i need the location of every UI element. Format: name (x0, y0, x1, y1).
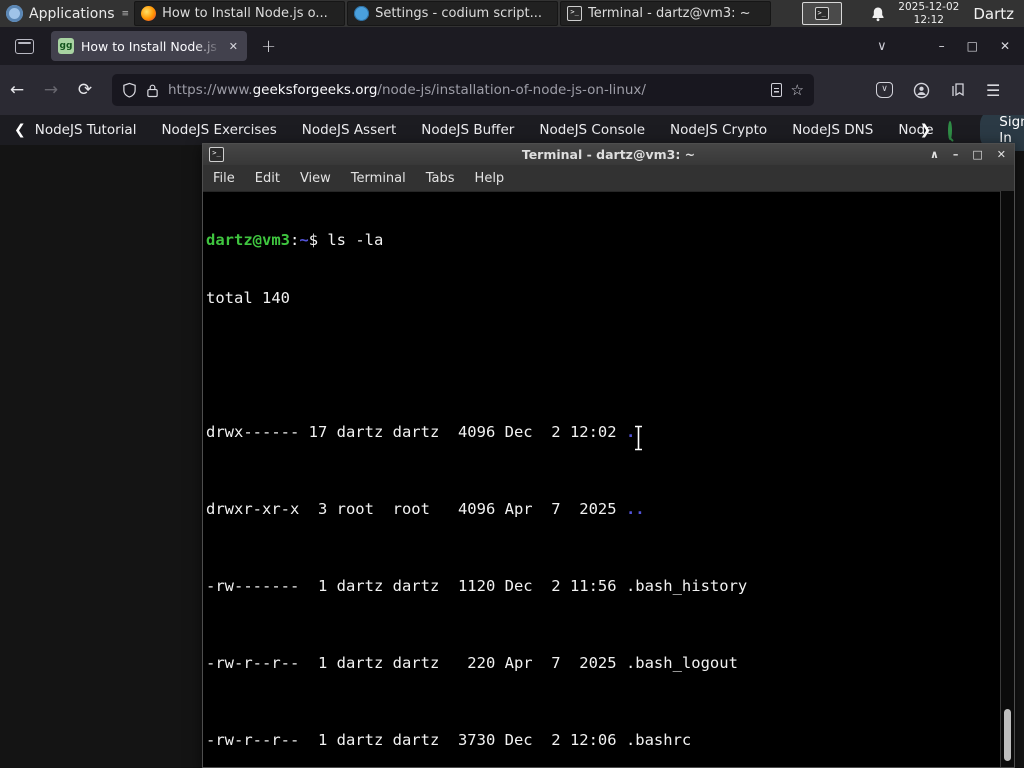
firefox-toolbar: ← → ⟳ https://www.geeksforgeeks.org/node… (0, 65, 1024, 115)
window-app-icon (354, 6, 370, 21)
site-nav-link[interactable]: NodeJS Assert (302, 122, 397, 138)
maximize-button[interactable]: □ (967, 39, 978, 53)
maximize-button[interactable]: □ (972, 148, 982, 161)
url-text: https://www.geeksforgeeks.org/node-js/in… (168, 82, 646, 98)
site-nav-link[interactable]: NodeJS Buffer (421, 122, 514, 138)
applications-menu-button[interactable]: Applications ≡ (0, 0, 134, 27)
minimize-button[interactable]: – (953, 148, 959, 161)
shield-icon[interactable] (122, 82, 137, 98)
site-nav-link[interactable]: NodeJS Tutorial (35, 122, 137, 138)
site-nav-link[interactable]: NodeJS Exercises (161, 122, 276, 138)
workspace-switcher[interactable] (801, 2, 842, 25)
firefox-tab-bar: gg How to Install Node.js on ✕ + ∨ – □ ✕ (0, 27, 1024, 65)
clock[interactable]: 2025-12-02 12:12 (898, 1, 959, 26)
terminal-window: Terminal - dartz@vm3: ~ ∧ – □ ✕ FileEdit… (202, 143, 1015, 768)
prompt-line: dartz@vm3:~$ ls -la (206, 231, 384, 250)
scrollbar-thumb[interactable] (1003, 709, 1011, 761)
terminal-scrollbar[interactable] (1000, 191, 1014, 767)
applications-label: Applications (29, 5, 115, 22)
total-line: total 140 (206, 289, 290, 308)
address-bar[interactable]: https://www.geeksforgeeks.org/node-js/in… (112, 74, 814, 106)
text-cursor-pointer (633, 425, 644, 451)
listing-row: drwx------ 17 dartz dartz 4096 Dec 2 12:… (206, 423, 636, 442)
listing-row: -rw------- 1 dartz dartz 1120 Dec 2 11:5… (206, 577, 748, 596)
window-app-icon (141, 6, 157, 21)
site-nav-link[interactable]: NodeJS DNS (792, 122, 873, 138)
terminal-menu-item[interactable]: File (203, 167, 245, 190)
extensions-icon[interactable] (950, 82, 966, 98)
nav-scroll-left-icon[interactable]: ❮ (14, 122, 26, 138)
back-button[interactable]: ← (0, 80, 34, 100)
firefox-view-icon[interactable] (15, 38, 34, 54)
terminal-menu-item[interactable]: Tabs (416, 167, 465, 190)
toolbar-icons: ∨ ☰ (876, 81, 1000, 100)
terminal-menu-item[interactable]: View (290, 167, 341, 190)
new-tab-button[interactable]: + (261, 36, 276, 57)
nav-scroll-right-icon[interactable]: ❯ (920, 122, 932, 138)
terminal-window-controls: ∧ – □ ✕ (930, 148, 1006, 161)
notification-bell-icon[interactable] (870, 6, 886, 22)
site-nav-links: NodeJS Tutorial NodeJS Exercises NodeJS As… (35, 122, 934, 138)
terminal-output[interactable]: dartz@vm3:~$ ls -la total 140 drwx------… (204, 191, 1001, 767)
account-icon[interactable] (913, 82, 930, 99)
xubuntu-logo-icon (6, 5, 23, 22)
terminal-mini-icon (814, 7, 829, 20)
close-button[interactable]: ✕ (1000, 39, 1010, 53)
geeksforgeeks-favicon: gg (58, 38, 74, 54)
terminal-menu-item[interactable]: Edit (245, 167, 290, 190)
close-button[interactable]: ✕ (997, 148, 1006, 161)
taskbar-window-button[interactable]: Settings - codium script... (347, 1, 559, 26)
panel-user-button[interactable]: Dartz (973, 5, 1014, 23)
file-listing: drwx------ 17 dartz dartz 4096 Dec 2 12:… (206, 347, 1001, 767)
taskbar-window-button[interactable]: How to Install Node.js o... (134, 1, 346, 26)
terminal-title-bar[interactable]: Terminal - dartz@vm3: ~ ∧ – □ ✕ (203, 144, 1014, 165)
listing-row: drwxr-xr-x 3 root root 4096 Apr 7 2025 .… (206, 500, 645, 519)
menu-icon[interactable]: ☰ (986, 81, 1000, 100)
listing-row: -rw-r--r-- 1 dartz dartz 220 Apr 7 2025 … (206, 653, 738, 672)
taskbar: How to Install Node.js o... Settings - c… (134, 0, 773, 27)
pocket-icon[interactable]: ∨ (876, 82, 893, 98)
site-nav-bar: ❮ NodeJS Tutorial NodeJS Exercises NodeJS … (0, 109, 1024, 151)
forward-button[interactable]: → (34, 80, 68, 100)
browser-window-controls: – □ ✕ (939, 39, 1010, 53)
terminal-title: Terminal - dartz@vm3: ~ (521, 147, 696, 162)
site-nav-link[interactable]: NodeJS Crypto (670, 122, 767, 138)
reader-mode-icon[interactable] (770, 83, 782, 97)
terminal-menu-item[interactable]: Terminal (341, 167, 416, 190)
list-all-tabs-icon[interactable]: ∨ (877, 39, 887, 54)
listing-row: -rw-r--r-- 1 dartz dartz 3730 Dec 2 12:0… (206, 730, 692, 749)
tab-close-icon[interactable]: ✕ (227, 38, 240, 55)
browser-tab[interactable]: gg How to Install Node.js on ✕ (51, 31, 247, 61)
menu-lines-icon: ≡ (121, 8, 129, 19)
shade-button[interactable]: ∧ (930, 148, 939, 161)
lock-icon[interactable] (146, 83, 159, 98)
window-app-icon (567, 6, 583, 21)
minimize-button[interactable]: – (939, 39, 945, 53)
top-panel: Applications ≡ How to Install Node.js o.… (0, 0, 1024, 27)
terminal-menu-item[interactable]: Help (465, 167, 515, 190)
reload-button[interactable]: ⟳ (68, 80, 102, 100)
desktop: Applications ≡ How to Install Node.js o.… (0, 0, 1024, 768)
taskbar-window-button[interactable]: Terminal - dartz@vm3: ~ (560, 1, 772, 26)
bookmark-star-icon[interactable]: ☆ (791, 81, 804, 99)
terminal-menu-bar: File Edit View Terminal Tabs Help (203, 165, 1014, 192)
site-nav-link[interactable]: NodeJS Console (539, 122, 645, 138)
search-icon[interactable] (948, 120, 953, 140)
